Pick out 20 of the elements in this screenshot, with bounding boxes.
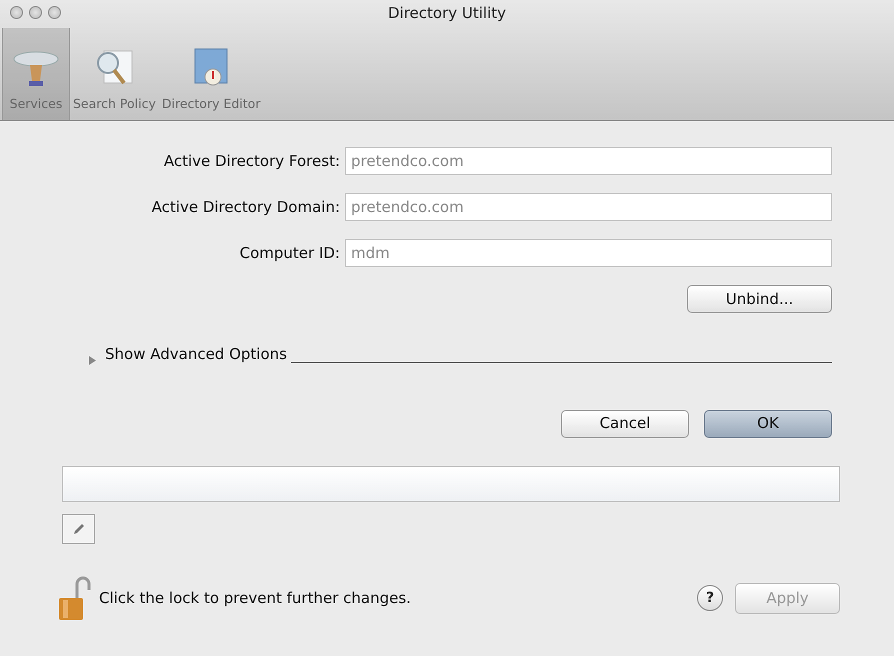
minimize-button[interactable] <box>29 6 42 19</box>
field-label: Computer ID: <box>238 242 341 264</box>
toolbar-tab[interactable]: Directory Editor <box>158 28 264 120</box>
toolbar-tab[interactable]: Services <box>2 28 70 120</box>
disclosure-triangle-icon[interactable] <box>88 354 97 366</box>
help-button[interactable]: ? <box>697 585 723 611</box>
toolbar-tab[interactable]: Search Policy <box>70 28 159 120</box>
list-box[interactable] <box>62 466 840 502</box>
cancel-button[interactable]: Cancel <box>561 410 689 438</box>
close-button[interactable] <box>10 6 23 19</box>
advanced-options-toggle[interactable]: Show Advanced Options <box>105 343 287 366</box>
edit-button[interactable] <box>62 514 95 544</box>
zoom-button[interactable] <box>48 6 61 19</box>
field-label: Active Directory Domain: <box>150 196 341 218</box>
window-title: Directory Utility <box>388 3 506 24</box>
lock-hint-text: Click the lock to prevent further changes. <box>99 588 412 609</box>
field-label: Active Directory Forest: <box>162 150 341 172</box>
unbind-button[interactable]: Unbind... <box>687 285 832 313</box>
pencil-icon <box>72 522 86 536</box>
ok-button[interactable]: OK <box>704 410 832 438</box>
